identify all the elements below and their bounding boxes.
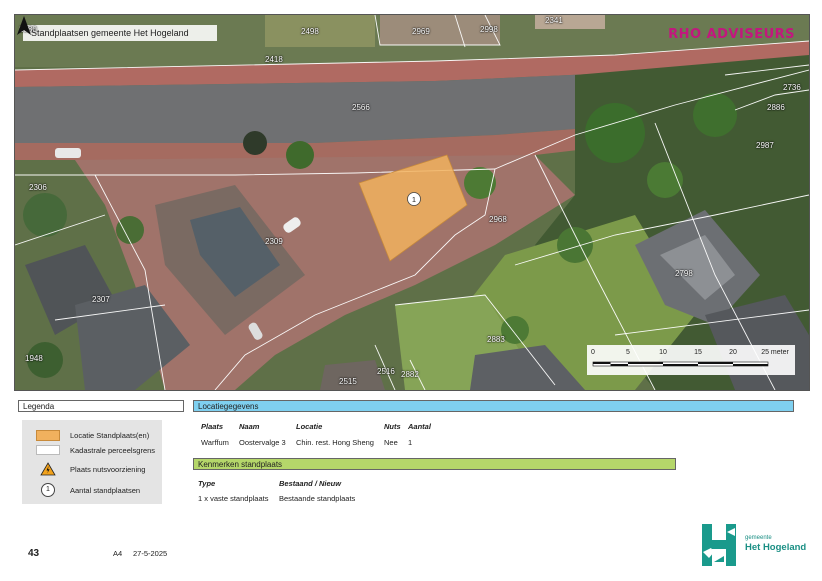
parcel-label: 2886 bbox=[767, 103, 785, 112]
scale-bar-graphic bbox=[592, 361, 769, 367]
parcel-label: 2987 bbox=[756, 141, 774, 150]
loc-cell: 1 bbox=[408, 438, 413, 447]
gemeente-label: gemeente bbox=[745, 535, 772, 541]
parcel-label: 1948 bbox=[25, 354, 43, 363]
map-title: Standplaatsen gemeente Het Hogeland bbox=[23, 25, 217, 41]
scale-bar: 0 5 10 15 20 25 meter bbox=[587, 345, 795, 375]
legend-item-perceelsgrens: Kadastrale perceelsgrens bbox=[36, 445, 155, 455]
parcel-label: 2969 bbox=[412, 27, 430, 36]
aerial-map[interactable]: 1 Standplaatsen gemeente Het Hogeland RH… bbox=[14, 14, 810, 391]
document-date: 27-5-2025 bbox=[133, 549, 168, 558]
paper-size: A4 bbox=[113, 549, 123, 558]
loc-col-header: Aantal bbox=[408, 422, 431, 431]
parcel-label: 2883 bbox=[487, 335, 505, 344]
legend-label: Aantal standplaatsen bbox=[70, 485, 141, 495]
loc-col-header: Nuts bbox=[384, 422, 401, 431]
parcel-label: 2998 bbox=[480, 25, 498, 34]
legend-item-nutsvoorziening: Plaats nutsvoorziening bbox=[36, 462, 145, 476]
legend-label: Kadastrale perceelsgrens bbox=[70, 445, 156, 455]
north-arrow-icon bbox=[17, 16, 31, 35]
kenm-cell: Bestaande standplaats bbox=[279, 494, 356, 503]
kenm-cell: 1 x vaste standplaats bbox=[198, 494, 269, 503]
loc-cell: Nee bbox=[384, 438, 398, 447]
loc-col-header: Locatie bbox=[296, 422, 323, 431]
legend-item-standplaats: Locatie Standplaats(en) bbox=[36, 430, 149, 441]
legend-item-aantal: 1 Aantal standplaatsen bbox=[36, 483, 140, 497]
loc-cell: Chin. rest. Hong Sheng bbox=[296, 438, 374, 447]
number-circle-icon: 1 bbox=[41, 483, 55, 497]
legend-label: Locatie Standplaats(en) bbox=[70, 431, 150, 440]
orange-area-swatch bbox=[36, 430, 60, 441]
parcel-label: 2968 bbox=[489, 215, 507, 224]
kenmerken-header: Kenmerken standplaats bbox=[193, 458, 676, 470]
loc-cell: Oostervalge 3 bbox=[239, 438, 286, 447]
parcel-label: 2516 bbox=[377, 367, 395, 376]
white-outline-swatch bbox=[36, 445, 60, 455]
parcel-label: 2515 bbox=[339, 377, 357, 386]
legend-box: Locatie Standplaats(en) Kadastrale perce… bbox=[22, 420, 162, 504]
parcel-label: 2418 bbox=[265, 55, 283, 64]
loc-cell: Warffum bbox=[201, 438, 229, 447]
parcel-label: 2882 bbox=[401, 370, 419, 379]
parcel-label: 2798 bbox=[675, 269, 693, 278]
legend-header: Legenda bbox=[18, 400, 184, 412]
kenm-col-header: Bestaand / Nieuw bbox=[279, 479, 342, 488]
parcel-label: 2736 bbox=[783, 83, 801, 92]
page-number: 43 bbox=[28, 548, 40, 559]
loc-col-header: Plaats bbox=[201, 422, 224, 431]
parcel-label: 2566 bbox=[352, 103, 370, 112]
parcel-label: 2309 bbox=[265, 237, 283, 246]
gemeente-name: Het Hogeland bbox=[745, 542, 807, 553]
parcel-label: 2306 bbox=[29, 183, 47, 192]
parcel-label: 2341 bbox=[545, 16, 563, 25]
standplaats-marker-number: 1 bbox=[412, 195, 416, 204]
parcel-label: 2307 bbox=[92, 295, 110, 304]
loc-col-header: Naam bbox=[239, 422, 260, 431]
rho-brand-logo: RHO ADVISEURS bbox=[668, 27, 795, 42]
locatiegegevens-header: Locatiegegevens bbox=[193, 400, 794, 412]
kenm-col-header: Type bbox=[198, 479, 216, 488]
gemeente-het-hogeland-logo-icon bbox=[702, 524, 736, 566]
warning-triangle-icon bbox=[40, 462, 56, 476]
parcel-label: 2498 bbox=[301, 27, 319, 36]
map-canvas: 1 bbox=[15, 15, 809, 390]
legend-label: Plaats nutsvoorziening bbox=[70, 464, 146, 474]
